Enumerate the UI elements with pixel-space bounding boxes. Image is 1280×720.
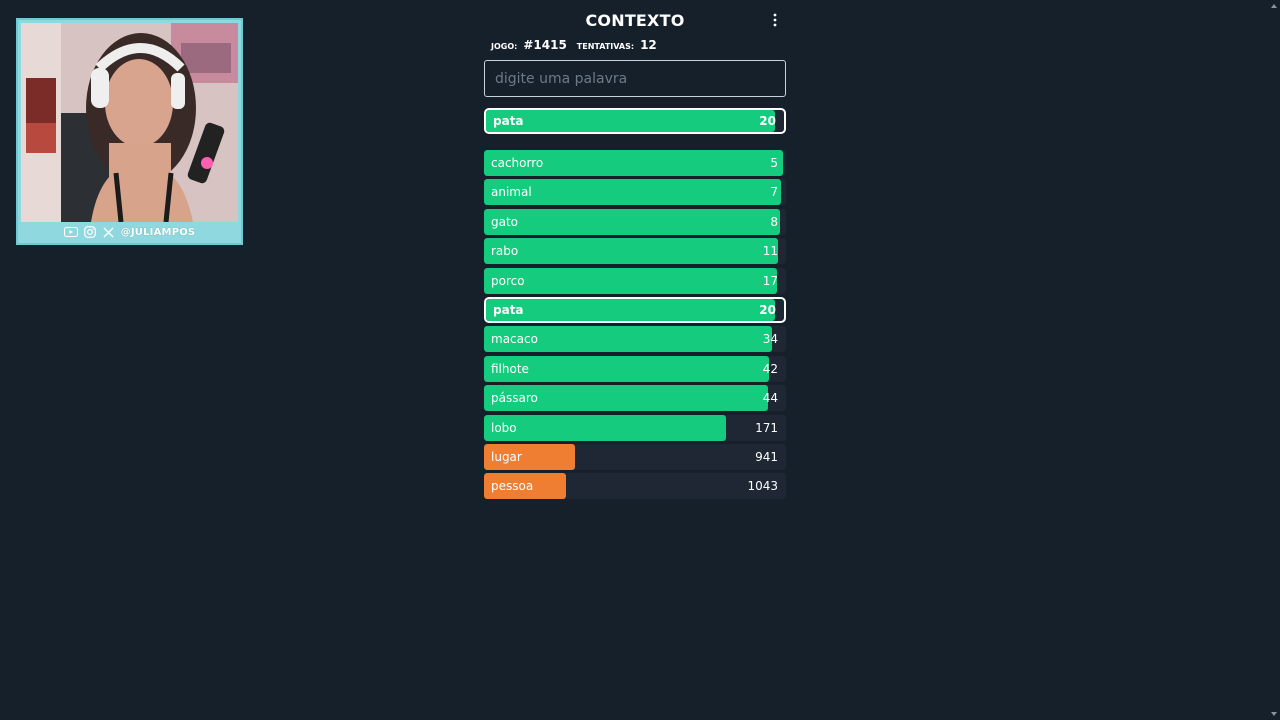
guess-rank: 42 bbox=[762, 361, 778, 376]
guess-row: lugar 941 bbox=[484, 443, 786, 470]
last-guess-row: pata 20 bbox=[484, 108, 786, 134]
game-panel: CONTEXTO JOGO: #1415 TENTATIVAS: 12 pata… bbox=[484, 0, 786, 503]
guess-list: cachorro 5 animal 7 gato 8 rabo 11 porco 17 pata 20… bbox=[484, 150, 786, 500]
guess-row: cachorro 5 bbox=[484, 150, 786, 176]
guess-row: filhote 42 bbox=[484, 355, 786, 382]
guess-rank: 171 bbox=[755, 420, 778, 435]
webcam-video bbox=[21, 23, 238, 222]
guess-similarity-bar bbox=[484, 208, 780, 235]
guess-word: filhote bbox=[491, 361, 529, 376]
guess-word: pessoa bbox=[491, 479, 534, 494]
guess-rank: 34 bbox=[762, 332, 778, 347]
guess-rank: 20 bbox=[759, 302, 776, 317]
guess-similarity-bar bbox=[484, 238, 779, 265]
guess-word: macaco bbox=[491, 332, 538, 347]
guess-similarity-bar bbox=[484, 267, 777, 294]
webcam-overlay: @JULIAMPOS bbox=[16, 18, 243, 245]
instagram-icon bbox=[83, 226, 97, 238]
guess-rank: 8 bbox=[770, 214, 778, 229]
guess-word: cachorro bbox=[491, 156, 544, 170]
x-icon bbox=[102, 226, 116, 238]
game-header: CONTEXTO bbox=[484, 0, 786, 40]
guess-word: porco bbox=[491, 273, 525, 288]
guess-row: lobo 171 bbox=[484, 414, 786, 441]
guess-rank: 7 bbox=[770, 185, 778, 200]
streamer-image bbox=[21, 23, 238, 222]
guess-row: macaco 34 bbox=[484, 326, 786, 353]
guess-word: pata bbox=[493, 302, 524, 317]
guess-row: animal 7 bbox=[484, 179, 786, 206]
scroll-down-arrow[interactable] bbox=[1271, 712, 1277, 716]
game-number-label: JOGO: bbox=[491, 42, 518, 51]
guess-word: rabo bbox=[491, 244, 519, 259]
guess-rank: 11 bbox=[762, 244, 778, 259]
guess-similarity-bar bbox=[486, 298, 776, 321]
guess-rank: 1043 bbox=[747, 479, 778, 494]
last-guess-bar bbox=[486, 110, 776, 132]
game-title: CONTEXTO bbox=[585, 10, 685, 30]
guess-word: animal bbox=[491, 185, 532, 200]
guess-rank: 941 bbox=[755, 449, 778, 464]
last-guess-rank: 20 bbox=[759, 114, 776, 128]
last-guess-word: pata bbox=[493, 114, 524, 128]
game-stats: JOGO: #1415 TENTATIVAS: 12 bbox=[484, 38, 786, 52]
guess-row: pessoa 1043 bbox=[484, 473, 786, 500]
more-options-icon[interactable] bbox=[770, 12, 780, 28]
guess-rank: 44 bbox=[762, 391, 778, 406]
webcam-footer: @JULIAMPOS bbox=[18, 221, 241, 243]
scroll-up-arrow[interactable] bbox=[1271, 4, 1277, 8]
word-input[interactable] bbox=[484, 60, 786, 97]
guess-row: porco 17 bbox=[484, 267, 786, 294]
guess-similarity-bar bbox=[484, 414, 726, 441]
streamer-handle: @JULIAMPOS bbox=[120, 226, 196, 238]
page-scrollbar[interactable] bbox=[1268, 0, 1280, 720]
attempts-count: 12 bbox=[640, 38, 657, 52]
guess-word: lobo bbox=[491, 420, 517, 435]
youtube-icon bbox=[63, 226, 78, 238]
guess-word: pássaro bbox=[491, 391, 538, 406]
guess-word: gato bbox=[491, 214, 519, 229]
guess-row: gato 8 bbox=[484, 208, 786, 235]
attempts-label: TENTATIVAS: bbox=[576, 42, 635, 51]
guess-word: lugar bbox=[491, 449, 522, 464]
guess-row: rabo 11 bbox=[484, 238, 786, 265]
game-number: #1415 bbox=[523, 38, 567, 52]
guess-rank: 17 bbox=[762, 273, 778, 288]
guess-row: pássaro 44 bbox=[484, 385, 786, 412]
guess-rank: 5 bbox=[770, 156, 778, 170]
guess-row: pata 20 bbox=[484, 296, 786, 323]
